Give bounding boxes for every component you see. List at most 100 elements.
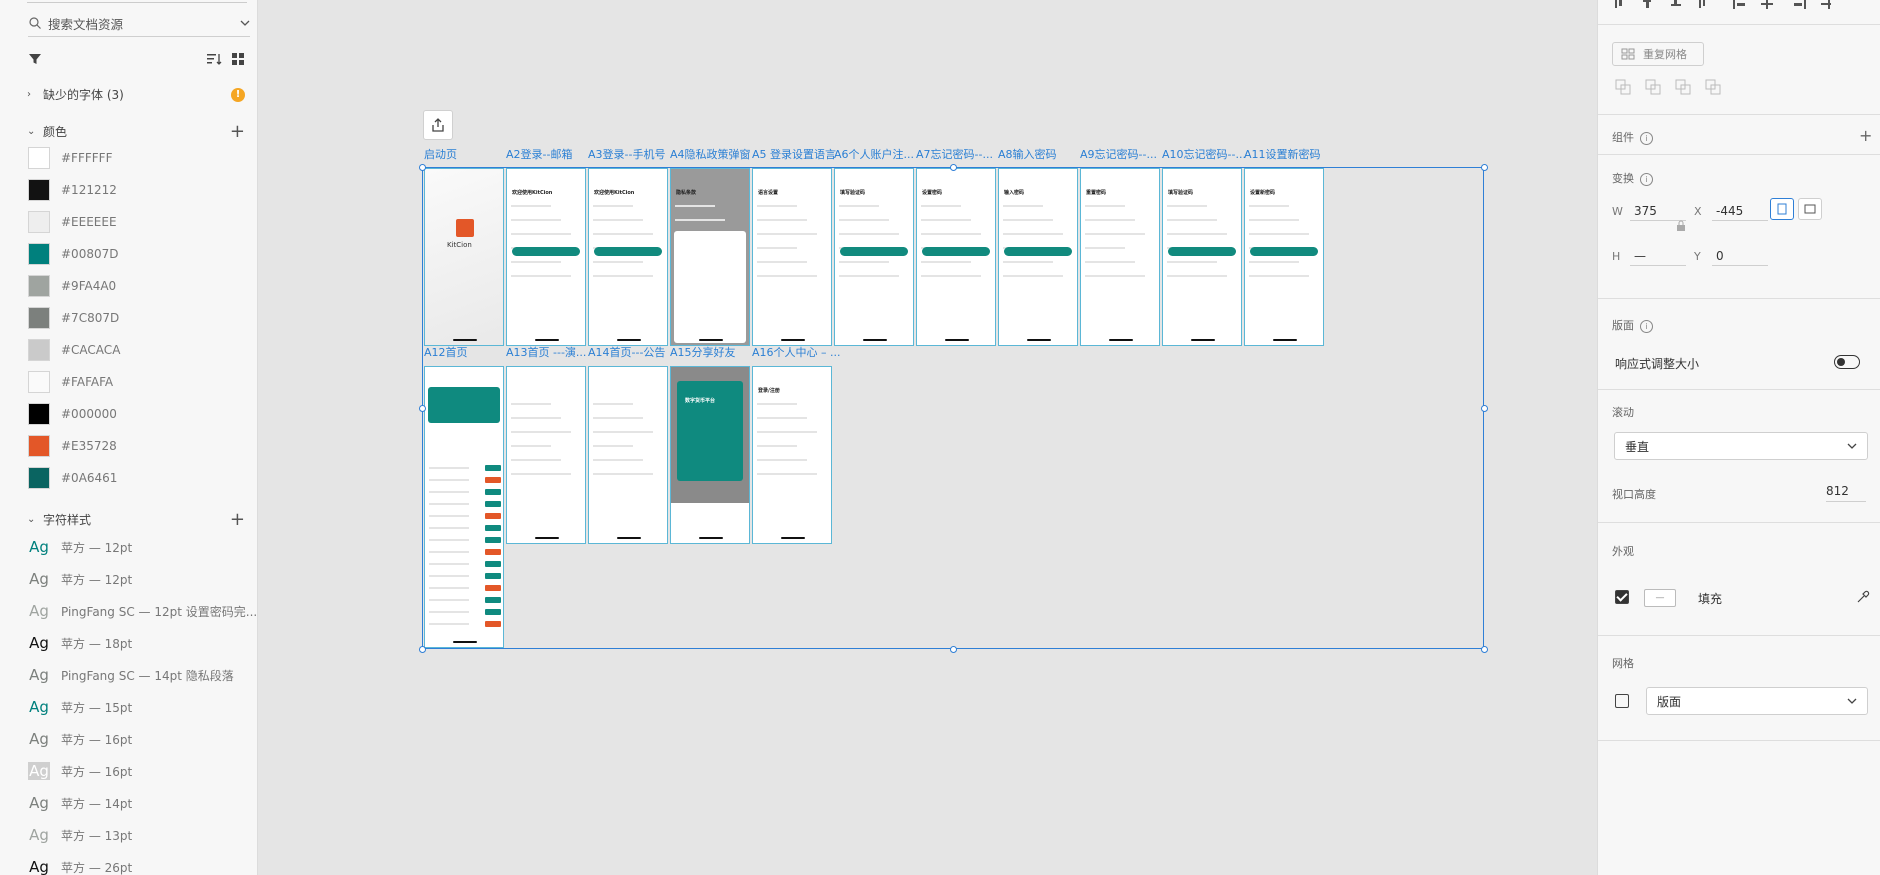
- artboard[interactable]: 隐私条款: [670, 168, 750, 346]
- add-component-icon[interactable]: +: [1859, 126, 1872, 145]
- sort-icon[interactable]: [206, 52, 222, 66]
- color-swatch[interactable]: [28, 275, 50, 297]
- artboard-label[interactable]: A12首页: [424, 344, 514, 360]
- x-field[interactable]: X -445: [1694, 202, 1768, 221]
- missing-fonts-section[interactable]: › 缺少的字体 (3) !: [27, 86, 245, 103]
- height-input[interactable]: —: [1630, 247, 1686, 266]
- color-swatch[interactable]: [28, 307, 50, 329]
- filter-icon[interactable]: [28, 52, 42, 66]
- artboard-label[interactable]: A7忘记密码--...: [916, 146, 1006, 162]
- color-swatch-row[interactable]: #121212: [28, 176, 117, 204]
- color-swatch[interactable]: [28, 179, 50, 201]
- fill-checkbox[interactable]: [1615, 590, 1629, 604]
- intersect-icon[interactable]: [1674, 78, 1692, 96]
- fill-swatch[interactable]: —: [1644, 589, 1676, 607]
- color-swatch[interactable]: [28, 243, 50, 265]
- y-field[interactable]: Y 0: [1694, 247, 1768, 266]
- x-input[interactable]: -445: [1712, 202, 1768, 221]
- artboard[interactable]: 语言设置: [752, 168, 832, 346]
- char-styles-section-header[interactable]: ⌄ 字符样式 +: [27, 510, 245, 528]
- artboard-label[interactable]: 启动页: [424, 146, 514, 162]
- artboard-label[interactable]: A9忘记密码--...: [1080, 146, 1170, 162]
- artboard-label[interactable]: A2登录--邮箱: [506, 146, 596, 162]
- color-swatch-row[interactable]: #EEEEEE: [28, 208, 117, 236]
- grid-dropdown[interactable]: 版面: [1646, 687, 1868, 715]
- char-style-row[interactable]: Ag PingFang SC — 14pt 隐私段落: [28, 662, 234, 688]
- resize-handle[interactable]: [950, 646, 957, 653]
- artboard[interactable]: 填写验证码: [834, 168, 914, 346]
- chevron-down-icon[interactable]: ⌄: [27, 514, 37, 525]
- artboard-label[interactable]: A3登录--手机号: [588, 146, 678, 162]
- artboard[interactable]: 填写验证码: [1162, 168, 1242, 346]
- char-style-row[interactable]: Ag 苹方 — 12pt: [28, 566, 132, 592]
- char-style-row[interactable]: Ag 苹方 — 16pt: [28, 758, 132, 784]
- char-style-row[interactable]: Ag 苹方 — 12pt: [28, 534, 132, 560]
- artboard-label[interactable]: A14首页---公告: [588, 344, 678, 360]
- union-icon[interactable]: [1614, 78, 1632, 96]
- portrait-button[interactable]: [1770, 198, 1794, 220]
- artboard[interactable]: 设置新密码: [1244, 168, 1324, 346]
- artboard-label[interactable]: A13首页 ---演...: [506, 344, 596, 360]
- chevron-down-icon[interactable]: ⌄: [27, 126, 37, 137]
- color-swatch[interactable]: [28, 467, 50, 489]
- artboard-label[interactable]: A11设置新密码: [1244, 146, 1334, 162]
- char-style-row[interactable]: Ag 苹方 — 26pt: [28, 854, 132, 875]
- info-icon[interactable]: i: [1640, 131, 1653, 145]
- chevron-right-icon[interactable]: ›: [27, 89, 37, 100]
- artboard[interactable]: 设置密码: [916, 168, 996, 346]
- share-button[interactable]: [423, 110, 453, 140]
- info-icon[interactable]: i: [1640, 319, 1653, 333]
- color-swatch[interactable]: [28, 147, 50, 169]
- search-input[interactable]: 搜索文档资源: [48, 14, 240, 33]
- asset-search[interactable]: 搜索文档资源: [28, 10, 250, 37]
- color-swatch[interactable]: [28, 435, 50, 457]
- resize-handle[interactable]: [1481, 164, 1488, 171]
- height-field[interactable]: H —: [1612, 247, 1686, 266]
- info-icon[interactable]: i: [1640, 172, 1653, 186]
- artboard[interactable]: 重置密码: [1080, 168, 1160, 346]
- artboard-label[interactable]: A6个人账户注...: [834, 146, 924, 162]
- artboard[interactable]: 数字货币平台: [670, 366, 750, 544]
- color-swatch-row[interactable]: #FFFFFF: [28, 144, 112, 172]
- chevron-down-icon[interactable]: [240, 18, 250, 28]
- color-swatch-row[interactable]: #FAFAFA: [28, 368, 113, 396]
- char-style-row[interactable]: Ag 苹方 — 13pt: [28, 822, 132, 848]
- subtract-icon[interactable]: [1644, 78, 1662, 96]
- artboard[interactable]: 欢迎使用KitCion: [506, 168, 586, 346]
- color-swatch-row[interactable]: #7C807D: [28, 304, 119, 332]
- resize-handle[interactable]: [419, 405, 426, 412]
- color-swatch[interactable]: [28, 339, 50, 361]
- artboard[interactable]: [506, 366, 586, 544]
- artboard[interactable]: [424, 366, 504, 648]
- artboard[interactable]: 输入密码: [998, 168, 1078, 346]
- y-input[interactable]: 0: [1712, 247, 1768, 266]
- color-swatch-row[interactable]: #9FA4A0: [28, 272, 116, 300]
- color-swatch[interactable]: [28, 211, 50, 233]
- landscape-button[interactable]: [1798, 198, 1822, 220]
- grid-checkbox[interactable]: [1615, 694, 1629, 708]
- design-canvas[interactable]: 启动页 KitCion A2登录--邮箱 欢迎使用KitCion A3登录--手机号 欢迎…: [258, 0, 1596, 875]
- char-style-row[interactable]: Ag 苹方 — 15pt: [28, 694, 132, 720]
- color-swatch-row[interactable]: #00807D: [28, 240, 118, 268]
- resize-handle[interactable]: [419, 164, 426, 171]
- color-swatch-row[interactable]: #0A6461: [28, 464, 117, 492]
- artboard-label[interactable]: A8输入密码: [998, 146, 1088, 162]
- artboard-label[interactable]: A16个人中心 – ...: [752, 344, 842, 360]
- artboard-label[interactable]: A5 登录设置语言: [752, 146, 842, 162]
- exclude-icon[interactable]: [1704, 78, 1722, 96]
- repeat-grid-button[interactable]: 重复网格: [1612, 42, 1704, 66]
- artboard-label[interactable]: A4隐私政策弹窗: [670, 146, 760, 162]
- color-swatch-row[interactable]: #CACACA: [28, 336, 120, 364]
- artboard[interactable]: KitCion: [424, 168, 504, 346]
- responsive-toggle[interactable]: [1834, 355, 1860, 369]
- char-style-row[interactable]: Ag 苹方 — 18pt: [28, 630, 132, 656]
- resize-handle[interactable]: [1481, 405, 1488, 412]
- scroll-dropdown[interactable]: 垂直: [1614, 432, 1868, 460]
- char-style-row[interactable]: Ag PingFang SC — 12pt 设置密码完...: [28, 598, 257, 624]
- colors-section-header[interactable]: ⌄ 颜色 +: [27, 122, 245, 140]
- artboard-label[interactable]: A10忘记密码--...: [1162, 146, 1252, 162]
- artboard[interactable]: 登录/注册: [752, 366, 832, 544]
- lock-icon[interactable]: [1676, 220, 1686, 232]
- eyedropper-icon[interactable]: [1856, 590, 1870, 604]
- artboard[interactable]: [588, 366, 668, 544]
